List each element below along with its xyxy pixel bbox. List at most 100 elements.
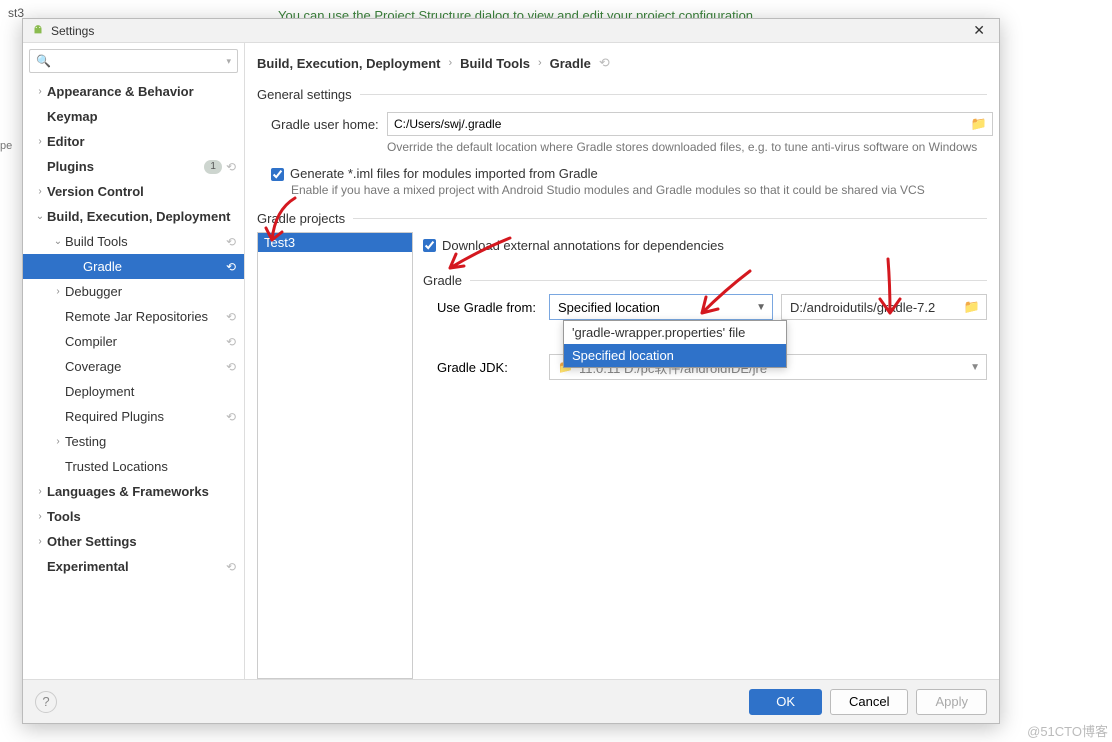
apply-button[interactable]: Apply — [916, 689, 987, 715]
chevron-right-icon: › — [538, 57, 542, 69]
tree-item-label: Build, Execution, Deployment — [47, 209, 236, 224]
generate-iml-checkbox[interactable] — [271, 168, 284, 181]
dialog-footer: ? OK Cancel Apply — [23, 679, 999, 723]
tree-item-label: Testing — [65, 434, 236, 449]
rollback-icon[interactable]: ⟲ — [226, 160, 236, 174]
settings-tree[interactable]: ›Appearance & BehaviorKeymap›EditorPlugi… — [23, 79, 244, 679]
tree-item-label: Other Settings — [47, 534, 236, 549]
gradle-path-field[interactable]: D:/androidutils/gradle-7.2 📁 — [781, 294, 987, 320]
tree-item-compiler[interactable]: Compiler ⟲ — [23, 329, 244, 354]
generate-iml-label: Generate *.iml files for modules importe… — [290, 166, 598, 181]
tree-item-appearance-behavior[interactable]: ›Appearance & Behavior — [23, 79, 244, 104]
rollback-icon[interactable]: ⟲ — [226, 410, 236, 424]
tree-item-version-control[interactable]: ›Version Control — [23, 179, 244, 204]
tree-item-testing[interactable]: ›Testing — [23, 429, 244, 454]
settings-sidebar: 🔍 ▾ ›Appearance & BehaviorKeymap›EditorP… — [23, 43, 245, 679]
tree-item-trusted-locations[interactable]: Trusted Locations — [23, 454, 244, 479]
generate-iml-hint: Enable if you have a mixed project with … — [291, 183, 987, 197]
tree-item-label: Trusted Locations — [65, 459, 236, 474]
dialog-titlebar: Settings ✕ — [23, 19, 999, 43]
tree-item-label: Experimental — [47, 559, 222, 574]
tree-item-coverage[interactable]: Coverage ⟲ — [23, 354, 244, 379]
dropdown-option[interactable]: Specified location — [564, 344, 786, 367]
expand-arrow-icon[interactable]: › — [33, 186, 47, 197]
chevron-right-icon: › — [448, 57, 452, 69]
breadcrumb: Build, Execution, Deployment › Build Too… — [257, 51, 987, 81]
tree-item-debugger[interactable]: ›Debugger — [23, 279, 244, 304]
dropdown-option[interactable]: 'gradle-wrapper.properties' file — [564, 321, 786, 344]
download-annotations-checkbox[interactable] — [423, 239, 436, 252]
breadcrumb-3[interactable]: Gradle — [550, 56, 591, 71]
tree-item-label: Coverage — [65, 359, 222, 374]
search-box[interactable]: 🔍 ▾ — [29, 49, 238, 73]
tree-item-label: Required Plugins — [65, 409, 222, 424]
download-annotations-label: Download external annotations for depend… — [442, 238, 724, 253]
folder-icon[interactable]: 📁 — [971, 116, 987, 132]
tree-item-plugins[interactable]: Plugins1 ⟲ — [23, 154, 244, 179]
android-icon — [31, 24, 45, 38]
folder-icon[interactable]: 📁 — [964, 299, 980, 315]
expand-arrow-icon[interactable]: › — [33, 511, 47, 522]
tree-item-build-tools[interactable]: ⌄Build Tools ⟲ — [23, 229, 244, 254]
breadcrumb-1[interactable]: Build, Execution, Deployment — [257, 56, 440, 71]
tree-item-experimental[interactable]: Experimental ⟲ — [23, 554, 244, 579]
tree-item-label: Plugins — [47, 159, 204, 174]
tree-item-remote-jar-repositories[interactable]: Remote Jar Repositories ⟲ — [23, 304, 244, 329]
tree-item-label: Remote Jar Repositories — [65, 309, 222, 324]
tree-item-label: Deployment — [65, 384, 236, 399]
close-button[interactable]: ✕ — [967, 22, 991, 39]
tree-item-keymap[interactable]: Keymap — [23, 104, 244, 129]
search-icon: 🔍 — [36, 54, 51, 68]
tree-item-languages-frameworks[interactable]: ›Languages & Frameworks — [23, 479, 244, 504]
ok-button[interactable]: OK — [749, 689, 822, 715]
background-left-label: pe — [0, 140, 12, 152]
expand-arrow-icon[interactable]: › — [33, 136, 47, 147]
expand-arrow-icon[interactable]: › — [33, 86, 47, 97]
search-input[interactable] — [55, 54, 227, 68]
rollback-icon[interactable]: ⟲ — [226, 335, 236, 349]
gradle-projects-list[interactable]: Test3 — [257, 232, 413, 679]
tree-item-label: Compiler — [65, 334, 222, 349]
tree-item-gradle[interactable]: Gradle ⟲ — [23, 254, 244, 279]
rollback-icon[interactable]: ⟲ — [226, 560, 236, 574]
rollback-icon[interactable]: ⟲ — [599, 55, 610, 71]
expand-arrow-icon[interactable]: ⌄ — [51, 236, 65, 247]
rollback-icon[interactable]: ⟲ — [226, 360, 236, 374]
tree-item-build-execution-deployment[interactable]: ⌄Build, Execution, Deployment — [23, 204, 244, 229]
use-gradle-from-label: Use Gradle from: — [437, 300, 541, 315]
expand-arrow-icon[interactable]: › — [51, 286, 65, 297]
tree-item-label: Keymap — [47, 109, 236, 124]
section-general: General settings — [257, 87, 987, 102]
gradle-user-home-input[interactable] — [387, 112, 993, 136]
settings-dialog: Settings ✕ 🔍 ▾ ›Appearance & Behavior Key… — [22, 18, 1000, 724]
tree-item-other-settings[interactable]: ›Other Settings — [23, 529, 244, 554]
section-gradle: Gradle — [423, 273, 987, 288]
expand-arrow-icon[interactable]: ⌄ — [33, 211, 47, 222]
caret-down-icon: ▼ — [756, 302, 766, 313]
dialog-title: Settings — [51, 24, 967, 38]
tree-item-editor[interactable]: ›Editor — [23, 129, 244, 154]
rollback-icon[interactable]: ⟲ — [226, 310, 236, 324]
tree-item-required-plugins[interactable]: Required Plugins ⟲ — [23, 404, 244, 429]
tree-item-label: Build Tools — [65, 234, 222, 249]
badge: 1 — [204, 160, 222, 174]
tree-item-label: Editor — [47, 134, 236, 149]
use-gradle-dropdown[interactable]: 'gradle-wrapper.properties' file Specifi… — [563, 320, 787, 368]
rollback-icon[interactable]: ⟲ — [226, 235, 236, 249]
rollback-icon[interactable]: ⟲ — [226, 260, 236, 274]
search-dropdown-icon[interactable]: ▾ — [226, 56, 231, 67]
expand-arrow-icon[interactable]: › — [33, 536, 47, 547]
help-button[interactable]: ? — [35, 691, 57, 713]
expand-arrow-icon[interactable]: › — [51, 436, 65, 447]
tree-item-label: Gradle — [83, 259, 222, 274]
expand-arrow-icon[interactable]: › — [33, 486, 47, 497]
settings-main: Build, Execution, Deployment › Build Too… — [245, 43, 999, 679]
tree-item-tools[interactable]: ›Tools — [23, 504, 244, 529]
project-item[interactable]: Test3 — [258, 233, 412, 252]
gradle-user-home-hint: Override the default location where Grad… — [387, 140, 987, 154]
breadcrumb-2[interactable]: Build Tools — [460, 56, 530, 71]
section-gradle-projects: Gradle projects — [257, 211, 987, 226]
cancel-button[interactable]: Cancel — [830, 689, 908, 715]
use-gradle-from-combo[interactable]: Specified location ▼ — [549, 294, 773, 320]
tree-item-deployment[interactable]: Deployment — [23, 379, 244, 404]
